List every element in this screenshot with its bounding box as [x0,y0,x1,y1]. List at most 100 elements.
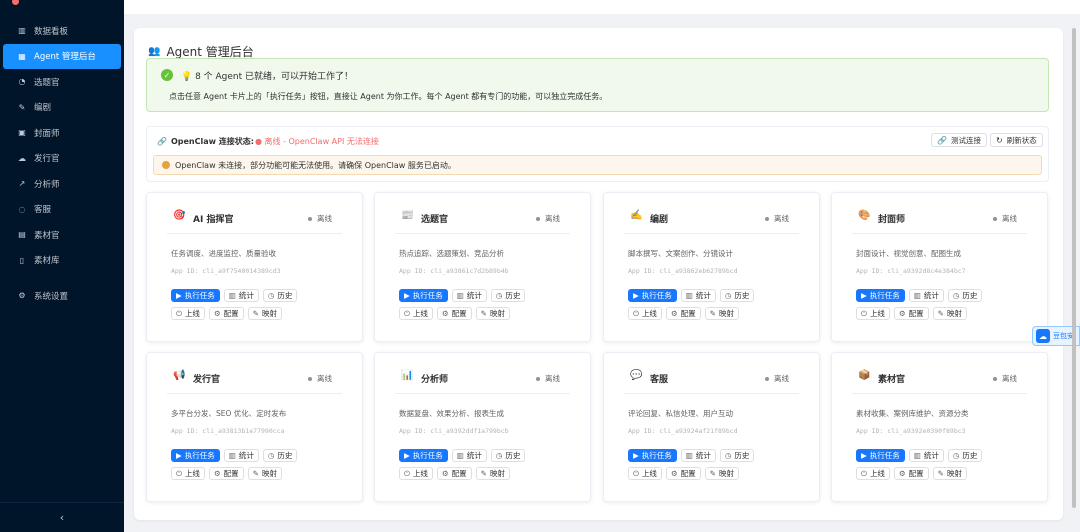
sidebar-item-9[interactable]: ▯ 素材库 [0,248,124,274]
history-button[interactable]: ◷ 历史 [719,289,755,302]
history-button[interactable]: ◷ 历史 [490,449,526,462]
bar-chart-icon: ▥ [456,291,464,300]
run-button[interactable]: ▶ 执行任务 [171,449,220,462]
history-button[interactable]: ◷ 历史 [947,449,983,462]
refresh-status-button[interactable]: ↻ 刷新状态 [990,133,1043,147]
agent-action-row: ▶ 执行任务 ▥ 统计 ◷ 历史 [856,289,983,302]
run-button[interactable]: ▶ 执行任务 [628,289,677,302]
sidebar-item-0[interactable]: ▥ 数据看板 [0,18,124,44]
sidebar-item-2[interactable]: ◔ 选题官 [0,69,124,95]
online-button[interactable]: ⏻ 上线 [399,307,433,320]
main-panel: 👥 Agent 管理后台 ✓ 💡 8 个 Agent 已就绪，可以开始工作了！ … [134,28,1063,520]
run-button[interactable]: ▶ 执行任务 [628,449,677,462]
stats-button[interactable]: ▥ 统计 [223,449,259,462]
mapping-button[interactable]: ✎ 映射 [247,467,282,480]
online-button[interactable]: ⏻ 上线 [628,307,662,320]
stats-button[interactable]: ▥ 统计 [680,449,716,462]
status-dot-icon [993,376,997,381]
run-button[interactable]: ▶ 执行任务 [171,289,220,302]
mapping-button-label: 映射 [946,309,962,318]
sidebar-item-10[interactable]: ⚙ 系统设置 [0,283,124,309]
mapping-button[interactable]: ✎ 映射 [932,307,967,320]
agent-card: 📢 发行官 离线 多平台分发、SEO 优化、定时发布 App ID: cli_a9381… [146,352,363,502]
sidebar-item-3[interactable]: ✎ 编剧 [0,95,124,121]
scrollbar-thumb[interactable] [1072,28,1076,508]
agent-app-id: App ID: cli_a93861c7d2b89b4b [399,267,509,275]
online-button[interactable]: ⏻ 上线 [856,307,890,320]
status-dot-icon [765,216,769,221]
edit-icon: ✎ [709,309,716,318]
stats-button[interactable]: ▥ 统计 [223,289,259,302]
mapping-button[interactable]: ✎ 映射 [932,467,967,480]
config-button[interactable]: ⚙ 配置 [665,467,701,480]
agent-card: ✍️ 编剧 离线 脚本撰写、文案创作、分镜设计 App ID: cli_a93862eb… [603,192,820,342]
run-button[interactable]: ▶ 执行任务 [856,289,905,302]
sidebar-item-5[interactable]: ☁ 发行官 [0,146,124,172]
play-circle-icon: ▶ [404,451,410,460]
stats-button[interactable]: ▥ 统计 [451,289,487,302]
agent-avatar-icon: 📊 [401,370,414,381]
agent-description: 脚本撰写、文案创作、分镜设计 [628,249,733,258]
gear-icon: ⚙ [213,309,221,318]
config-button[interactable]: ⚙ 配置 [208,307,244,320]
online-button[interactable]: ⏻ 上线 [856,467,890,480]
agent-status-text: 离线 [774,214,789,223]
agent-status-badge: 离线 [536,213,560,224]
run-button[interactable]: ▶ 执行任务 [399,449,448,462]
online-button[interactable]: ⏻ 上线 [399,467,433,480]
agent-name: 客服 [650,375,669,385]
sidebar-item-4[interactable]: ▣ 封面师 [0,120,124,146]
stats-button-label: 统计 [923,291,939,300]
config-button[interactable]: ⚙ 配置 [893,467,929,480]
history-button-label: 历史 [734,291,750,300]
mapping-button[interactable]: ✎ 映射 [247,307,282,320]
power-icon: ⏻ [861,308,867,318]
history-button[interactable]: ◷ 历史 [262,289,298,302]
agent-app-id: App ID: cli_a9392ddf1a799bcb [399,427,509,435]
stats-button[interactable]: ▥ 统计 [451,449,487,462]
history-button[interactable]: ◷ 历史 [947,289,983,302]
test-connection-button[interactable]: 🔗 测试连接 [931,133,987,147]
bar-chart-icon: ▥ [913,451,921,460]
config-button[interactable]: ⚙ 配置 [208,467,244,480]
online-button[interactable]: ⏻ 上线 [628,467,662,480]
mapping-button[interactable]: ✎ 映射 [475,467,510,480]
config-button[interactable]: ⚙ 配置 [665,307,701,320]
mapping-button[interactable]: ✎ 映射 [704,467,739,480]
sidebar-item-7[interactable]: ◌ 客服 [0,197,124,223]
history-button[interactable]: ◷ 历史 [262,449,298,462]
config-button-label: 配置 [451,469,467,478]
config-button-label: 配置 [680,469,696,478]
agent-action-row: ⏻ 上线 ⚙ 配置 ✎ 映射 [399,467,510,480]
sidebar-item-1[interactable]: ▦ Agent 管理后台 [3,43,121,69]
agent-status-badge: 离线 [993,373,1017,384]
stats-button[interactable]: ▥ 统计 [908,289,944,302]
mapping-button-label: 映射 [718,469,734,478]
stats-button[interactable]: ▥ 统计 [908,449,944,462]
collapse-sidebar-button[interactable]: ‹ [0,502,124,532]
history-button-label: 历史 [277,291,293,300]
agent-action-row: ▶ 执行任务 ▥ 统计 ◷ 历史 [628,289,755,302]
sidebar-item-8[interactable]: ▤ 素材官 [0,222,124,248]
mapping-button[interactable]: ✎ 映射 [475,307,510,320]
config-button-label: 配置 [223,469,239,478]
top-header [124,0,1080,14]
stats-button[interactable]: ▥ 统计 [680,289,716,302]
config-button[interactable]: ⚙ 配置 [893,307,929,320]
online-button[interactable]: ⏻ 上线 [171,307,205,320]
run-button-label: 执行任务 [641,451,672,460]
brand-logo [0,0,124,8]
mapping-button[interactable]: ✎ 映射 [704,307,739,320]
link-icon: 🔗 [157,137,167,146]
sidebar-item-6[interactable]: ↗ 分析师 [0,171,124,197]
page-scrollbar[interactable] [1072,28,1077,520]
config-button[interactable]: ⚙ 配置 [436,307,472,320]
history-button[interactable]: ◷ 历史 [719,449,755,462]
run-button[interactable]: ▶ 执行任务 [856,449,905,462]
config-button[interactable]: ⚙ 配置 [436,467,472,480]
history-button[interactable]: ◷ 历史 [490,289,526,302]
online-button[interactable]: ⏻ 上线 [171,467,205,480]
agent-action-row: ▶ 执行任务 ▥ 统计 ◷ 历史 [399,289,526,302]
power-icon: ⏻ [633,468,639,478]
run-button[interactable]: ▶ 执行任务 [399,289,448,302]
